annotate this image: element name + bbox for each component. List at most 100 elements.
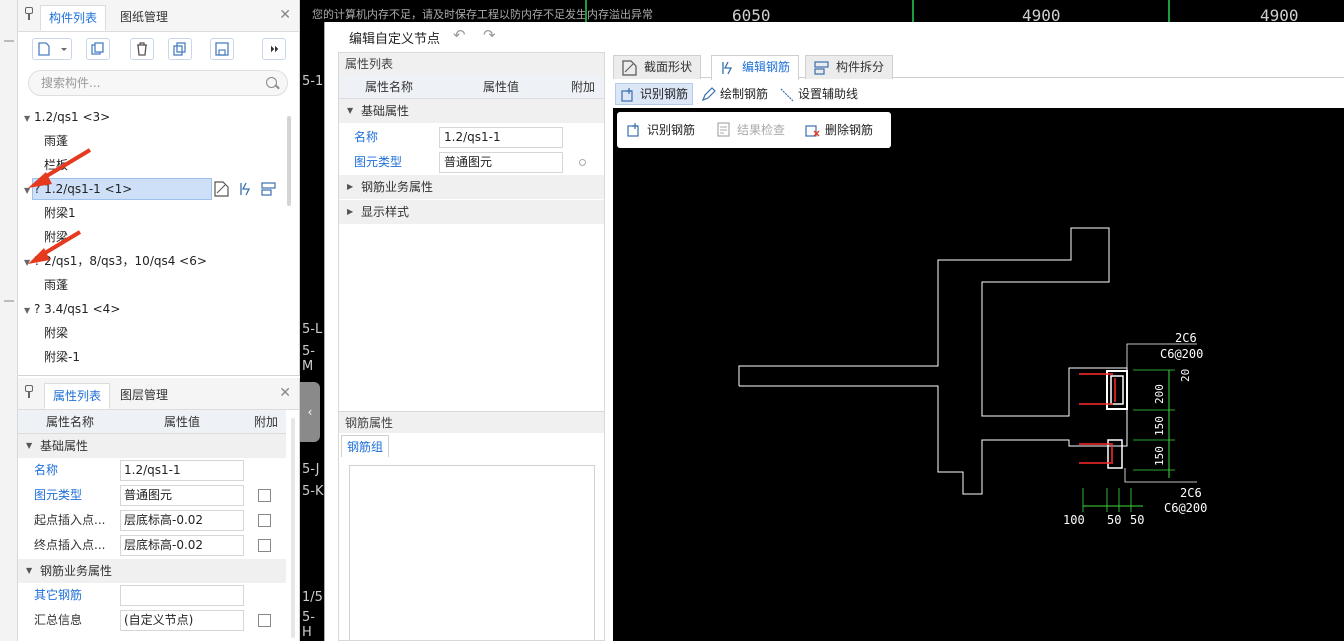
- extra-checkbox[interactable]: [258, 614, 271, 627]
- component-search-input[interactable]: 搜索构件...: [28, 70, 288, 96]
- property-row: 名称 1.2/qs1-1: [18, 458, 286, 483]
- property-scrollbar[interactable]: [291, 418, 295, 638]
- tree-node[interactable]: ▼ 1.2/qs1 <3>: [24, 106, 110, 128]
- edit-rebar-icon[interactable]: [238, 181, 254, 197]
- layers-icon: [173, 42, 186, 56]
- tab-component-list[interactable]: 构件列表: [40, 5, 107, 31]
- tree-node-label: 1.2/qs1 <3>: [34, 110, 111, 124]
- tree-node-label: ? 3.4/qs1 <4>: [34, 302, 121, 316]
- tree-leaf-label: 附梁1: [44, 206, 76, 220]
- identify-rebar-button[interactable]: 识别钢筋: [615, 83, 694, 105]
- group-display-style[interactable]: ▶ 显示样式: [339, 200, 604, 224]
- property-value-field[interactable]: 普通图元: [120, 485, 244, 506]
- caret-right-icon[interactable]: ▶: [347, 200, 353, 224]
- duplicate-button[interactable]: [168, 38, 192, 60]
- extra-checkbox[interactable]: [258, 489, 271, 502]
- red-arrow-annotation: [28, 148, 92, 188]
- tree-scrollbar[interactable]: [287, 116, 291, 206]
- property-row: 其它钢筋: [18, 583, 286, 608]
- tree-node[interactable]: ▼? 3.4/qs1 <4>: [24, 298, 120, 320]
- tree-leaf[interactable]: 附梁1: [44, 202, 76, 224]
- group-rebar-business-properties[interactable]: ▼ 钢筋业务属性: [18, 559, 286, 583]
- collapse-panel-tab[interactable]: ‹: [300, 382, 320, 442]
- split-component-icon[interactable]: [261, 181, 277, 197]
- group-label: 基础属性: [361, 104, 410, 118]
- tab-property-list[interactable]: 属性列表: [44, 383, 111, 409]
- double-chevron-right-icon: [270, 45, 279, 53]
- trash-icon: [137, 42, 147, 56]
- close-icon[interactable]: ✕: [279, 385, 291, 401]
- tree-leaf[interactable]: 雨蓬: [44, 274, 68, 296]
- redo-icon[interactable]: ↷: [483, 26, 496, 44]
- strip-mark: [4, 40, 14, 42]
- attribute-value-field[interactable]: 1.2/qs1-1: [439, 127, 563, 148]
- property-value-field[interactable]: 层底标高-0.02: [120, 535, 244, 556]
- dimension-text: 150: [1153, 446, 1166, 466]
- axis-label: 5-M: [302, 344, 315, 374]
- section-shape-icon: [622, 60, 637, 76]
- axis-label: 5-H: [302, 610, 315, 640]
- property-value-field[interactable]: (自定义节点): [120, 610, 244, 631]
- pin-icon[interactable]: [24, 7, 34, 21]
- tree-leaf-label: 附梁: [44, 326, 69, 340]
- caret-down-icon[interactable]: ▼: [24, 108, 34, 130]
- dimension-text: 150: [1153, 416, 1166, 436]
- set-guide-line-button[interactable]: 设置辅助线: [773, 83, 863, 105]
- property-value-field[interactable]: 1.2/qs1-1: [120, 460, 244, 481]
- caret-down-icon[interactable]: ▼: [26, 434, 32, 458]
- delete-button[interactable]: [130, 38, 154, 60]
- extra-checkbox[interactable]: [258, 539, 271, 552]
- column-header-name: 属性名称: [365, 80, 414, 94]
- copy-button[interactable]: [86, 38, 110, 60]
- radio-dot-icon[interactable]: [579, 159, 586, 166]
- section-shape-icon[interactable]: [214, 181, 230, 197]
- grid-line: [585, 0, 587, 22]
- tab-rebar-group[interactable]: 钢筋组: [341, 435, 389, 457]
- tree-leaf[interactable]: 附梁-1: [44, 346, 80, 368]
- property-name: 其它钢筋: [34, 588, 83, 602]
- tab-component-split[interactable]: 构件拆分: [805, 55, 894, 79]
- tab-layer-management[interactable]: 图层管理: [112, 383, 176, 409]
- attribute-list-header: 属性列表: [339, 53, 604, 75]
- tab-section-shape[interactable]: 截面形状: [613, 55, 702, 79]
- copy-icon: [91, 42, 104, 55]
- caret-down-icon[interactable]: ▼: [347, 99, 353, 123]
- rebar-label: 2C6: [1175, 331, 1197, 345]
- expand-more-button[interactable]: [262, 38, 286, 60]
- undo-icon[interactable]: ↶: [453, 26, 466, 44]
- caret-down-icon[interactable]: ▼: [24, 300, 34, 322]
- draw-rebar-button[interactable]: 绘制钢筋: [695, 83, 773, 105]
- tree-leaf[interactable]: 附梁: [44, 322, 68, 344]
- save-template-button[interactable]: [210, 38, 234, 60]
- axis-label: 1/5: [302, 590, 323, 605]
- tab-edit-rebar[interactable]: 编辑钢筋: [711, 55, 800, 80]
- axis-label: 5-L: [302, 322, 323, 337]
- dialog-attribute-panel: 属性列表 属性名称 属性值 附加 ▼ 基础属性 名称 1.2/qs1-1 图元类型…: [338, 52, 605, 641]
- group-basic-properties[interactable]: ▼ 基础属性: [18, 434, 286, 458]
- extra-checkbox[interactable]: [258, 514, 271, 527]
- caret-down-icon[interactable]: ▼: [26, 559, 32, 583]
- close-icon[interactable]: ✕: [279, 7, 291, 23]
- group-rebar-business-properties[interactable]: ▶ 钢筋业务属性: [339, 175, 604, 199]
- tab-drawing-management[interactable]: 图纸管理: [112, 5, 176, 31]
- group-basic-properties[interactable]: ▼ 基础属性: [339, 99, 604, 123]
- top-stirrup-inner: [1110, 375, 1124, 405]
- property-value-field[interactable]: [120, 585, 244, 606]
- caret-right-icon[interactable]: ▶: [347, 175, 353, 199]
- group-label: 显示样式: [361, 205, 410, 219]
- pin-icon[interactable]: [24, 385, 34, 399]
- property-list-panel: 属性列表 图层管理 ✕ 属性名称 属性值 附加 ▼ 基础属性 名称 1.2/qs1…: [18, 378, 300, 641]
- search-icon[interactable]: [266, 77, 277, 88]
- property-row: 终点插入点... 层底标高-0.02: [18, 533, 286, 558]
- column-header-value: 属性值: [164, 415, 201, 429]
- rebar-toolbar: 识别钢筋 绘制钢筋 设置辅助线: [613, 80, 1344, 108]
- split-component-icon: [814, 61, 829, 75]
- search-placeholder: 搜索构件...: [41, 76, 101, 90]
- new-component-button[interactable]: [32, 38, 72, 60]
- rebar-canvas[interactable]: 识别钢筋 结果检查 删除钢筋 2C6 C6@200 2C6 C6@200 20 …: [613, 108, 1344, 641]
- attribute-row: 名称 1.2/qs1-1: [339, 125, 604, 150]
- dimension-text: 100: [1063, 513, 1085, 527]
- attribute-value-field[interactable]: 普通图元: [439, 152, 563, 173]
- property-value-field[interactable]: 层底标高-0.02: [120, 510, 244, 531]
- property-name: 汇总信息: [34, 613, 83, 627]
